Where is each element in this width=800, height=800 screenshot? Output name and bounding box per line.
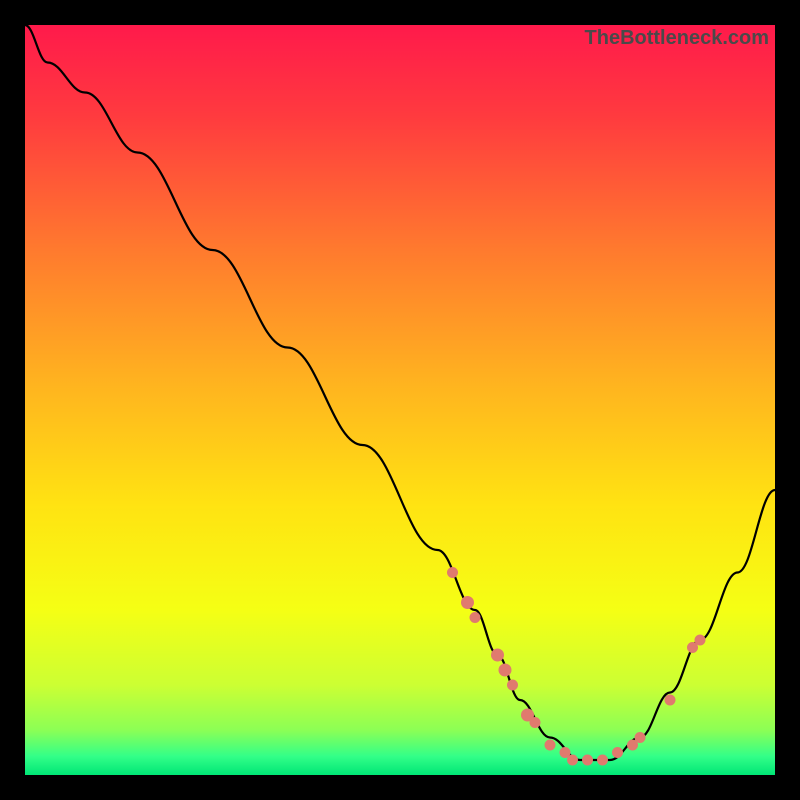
gradient-background (25, 25, 775, 775)
chart-frame: TheBottleneck.com (25, 25, 775, 775)
watermark-text: TheBottleneck.com (585, 27, 769, 50)
